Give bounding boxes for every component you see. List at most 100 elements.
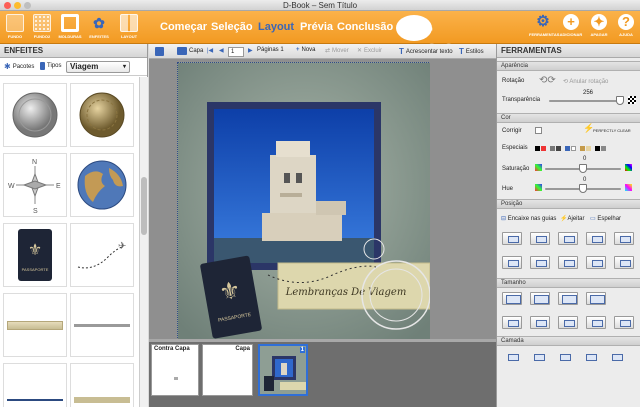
size-grow-button[interactable] [530,316,550,329]
size-fit-height-button[interactable] [558,292,578,305]
pattern-icon [33,14,51,32]
zoom-window-button[interactable] [24,2,31,9]
encaixe-button[interactable]: ⊟ Encaixe nas guias [501,215,556,222]
tool-ajuda[interactable]: ? AJUDA [612,14,640,37]
nav-layout[interactable]: Layout [258,21,294,33]
align-top-left-button[interactable] [502,232,522,245]
thumb-passport[interactable]: ⚜ PASSAPORTE [3,223,67,287]
size-original-button[interactable] [586,292,606,305]
nav-selecao[interactable]: Seleção [211,21,253,33]
magnet-icon: ⊟ [501,216,507,222]
tool-adicionar[interactable]: + ADICIONAR [557,14,585,37]
excluir-button[interactable]: ✕ Excluir [357,47,382,55]
add-text-button[interactable]: T Acrescentar texto [399,47,453,56]
layer-backward-button[interactable] [528,350,548,363]
page-number-field[interactable]: 1 [228,47,244,57]
estilos-button[interactable]: T Estilos [459,47,484,56]
section-tamanho: Tamanho [497,278,640,288]
prev-page-icon: ◀ [219,48,224,54]
mover-button[interactable]: ⇄ Mover [325,47,349,55]
page-thumb-contra-capa[interactable]: Contra Capa [151,344,199,396]
nav-conclusao[interactable]: Conclusão [337,21,393,33]
size-fit-width-button[interactable] [530,292,550,305]
globe-icon [77,160,127,210]
align-left-edge-button[interactable] [586,256,606,269]
layout-canvas[interactable]: Lembranças De Viagem ⚜ PASSAPORTE [149,59,496,339]
align-right-edge-button[interactable] [614,256,634,269]
hue-value: 0 [583,177,587,183]
tool-fundo[interactable]: FUNDO [3,14,27,39]
size-shrink-button[interactable] [502,316,522,329]
nova-button[interactable]: + Nova [296,47,316,53]
tool-fundo2[interactable]: FUNDO2 [30,14,54,39]
tab-tipos[interactable]: Tipos [40,62,61,70]
next-page-button[interactable]: ▶ [248,47,253,54]
enfeites-tabs: ✱ Pacotes Tipos Viagem ▾ [0,58,147,76]
minimize-window-button[interactable] [14,2,21,9]
layer-top-button[interactable] [606,350,626,363]
align-top-center-button[interactable] [530,232,550,245]
size-width-button[interactable] [558,316,578,329]
saturacao-knob[interactable] [579,164,587,173]
category-select[interactable]: Viagem ▾ [66,61,130,73]
thumb-tan-strip[interactable] [70,363,134,407]
size-height-button[interactable] [586,316,606,329]
align-bottom-left-button[interactable] [502,256,522,269]
layer-forward-button[interactable] [554,350,574,363]
ajeitar-button[interactable]: ⚡Ajeitar [560,215,585,222]
rotacao-label: Rotação [502,78,525,84]
corrigir-checkbox[interactable] [535,127,542,134]
thumb-silver-coin[interactable] [3,83,67,147]
tool-ferramentas[interactable]: ⚙ FERRAMENTAS [529,14,559,38]
close-window-button[interactable] [4,2,11,9]
prev-page-button[interactable]: ◀ [219,47,224,54]
transparencia-slider[interactable] [549,100,623,102]
thumb-globe[interactable] [70,153,134,217]
svg-text:E: E [56,183,61,190]
hue-knob[interactable] [579,184,587,193]
thumb-blue-line[interactable] [3,363,67,407]
align-vertical-button[interactable] [614,232,634,245]
tool-enfeites[interactable]: ✿ ENFEITES [87,14,111,39]
saturacao-value: 0 [583,156,587,162]
thumb-compass[interactable]: N S W E [3,153,67,217]
size-reset-button[interactable] [614,316,634,329]
nav-previa[interactable]: Prévia [300,21,333,33]
thumb-bronze-coin[interactable] [70,83,134,147]
next-page-icon: ▶ [248,48,253,54]
tag-icon [40,62,45,70]
page-thumb-1[interactable]: 1 [258,344,308,396]
lightbulb-icon: ✦ [591,14,607,30]
transparencia-knob[interactable] [616,96,624,105]
align-bottom-right-button[interactable] [558,256,578,269]
tool-layout[interactable]: LAYOUT [117,14,141,39]
thumb-line[interactable] [70,293,134,357]
layer-back-button[interactable] [502,350,522,363]
tool-molduras[interactable]: MOLDURAS [58,14,82,39]
thumb-paper-strip[interactable] [3,293,67,357]
align-bottom-center-button[interactable] [530,256,550,269]
page-thumb-capa[interactable]: Capa [202,344,253,396]
tab-pacotes[interactable]: ✱ Pacotes [4,62,34,71]
anular-rotacao-button[interactable]: ⟲ Anular rotação [563,78,608,85]
rotate-icon[interactable]: ⟲⟳ [539,75,556,86]
tool-apagar[interactable]: ✦ APAGAR [585,14,613,37]
save-button[interactable] [155,47,164,56]
svg-text:W: W [8,183,15,190]
nav-comecar[interactable]: Começar [160,21,207,33]
background-icon [6,14,24,32]
thumb-airplane-path[interactable]: ✈ [70,223,134,287]
capa-button[interactable]: Capa [177,47,203,55]
compass-rose-icon: N S W E [8,159,61,214]
saturacao-min-icon [535,164,542,171]
blue-line-icon [7,399,63,401]
espelhar-button[interactable]: ▭ Espelhar [590,215,621,222]
align-middle-button[interactable] [586,232,606,245]
svg-text:⚜: ⚜ [28,242,42,259]
thumbnails-scrollbar[interactable] [139,77,148,407]
layer-front-button[interactable] [580,350,600,363]
first-page-button[interactable]: |◀ [207,47,213,54]
size-fill-button[interactable] [502,292,522,305]
album-page[interactable]: Lembranças De Viagem ⚜ PASSAPORTE [177,62,430,339]
align-top-right-button[interactable] [558,232,578,245]
